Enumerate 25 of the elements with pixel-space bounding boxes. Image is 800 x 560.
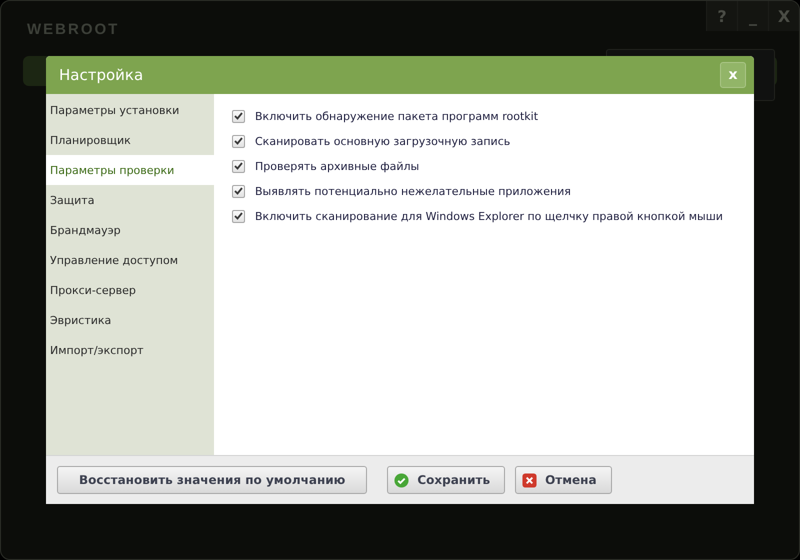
sidebar-item[interactable]: Параметры установки [46, 95, 214, 125]
sidebar-item[interactable]: Брандмауэр [46, 215, 214, 245]
sidebar-item[interactable]: Прокси-сервер [46, 275, 214, 305]
option-label: Сканировать основную загрузочную запись [255, 134, 510, 148]
checkbox[interactable] [232, 110, 245, 122]
option-label: Выявлять потенциально нежелательные приложения [255, 184, 571, 198]
option-label: Включить сканирование для Windows Explorer по щелчку правой кнопкой мыши [255, 210, 723, 222]
sidebar-item[interactable]: Защита [46, 185, 214, 215]
option-label: Включить обнаружение пакета программ rootkit [255, 110, 538, 122]
sidebar-item[interactable]: Эвристика [46, 305, 214, 335]
sidebar-item[interactable]: Планировщик [46, 125, 214, 155]
check-circle-icon [394, 472, 410, 488]
sidebar-item[interactable]: Управление доступом [46, 245, 214, 275]
option-label: Проверять архивные файлы [255, 160, 420, 172]
restore-defaults-button[interactable]: Восстановить значения по умолчанию [57, 466, 368, 494]
checkbox[interactable] [232, 134, 245, 148]
checkbox[interactable] [232, 210, 245, 222]
close-icon [522, 472, 538, 488]
dialog-title: Настройка [59, 66, 144, 84]
sidebar-item[interactable]: Параметры проверки [46, 155, 214, 185]
cancel-button[interactable]: Отмена [515, 466, 612, 494]
save-button[interactable]: Сохранить [387, 466, 506, 494]
checkbox[interactable] [232, 184, 245, 198]
checkbox[interactable] [232, 160, 245, 172]
sidebar-item[interactable]: Импорт/экспорт [46, 335, 214, 365]
